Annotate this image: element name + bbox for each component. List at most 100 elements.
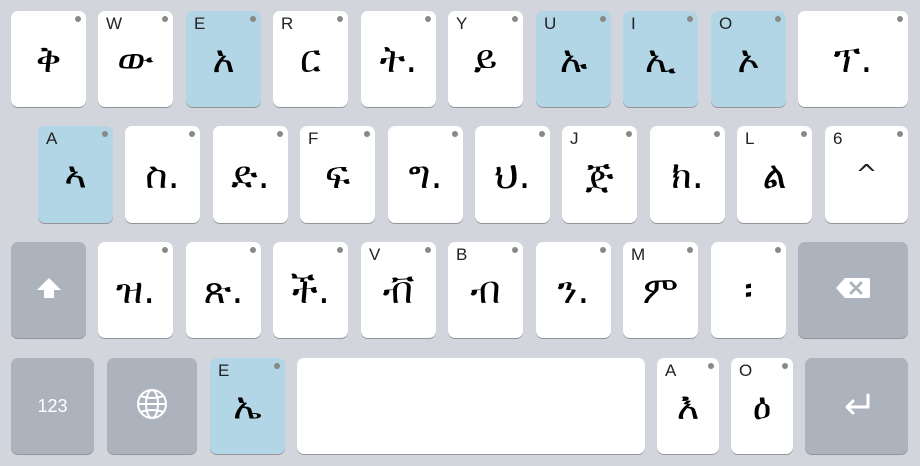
latin-hint: 6 [833, 129, 843, 148]
longpress-dot [708, 363, 714, 369]
key-glyph: ኡ [559, 37, 588, 81]
key-glyph: እ [676, 384, 700, 428]
key-glyph: ጽ. [203, 268, 244, 312]
key-aa-vowel[interactable]: A ኣ [38, 126, 113, 223]
latin-hint: E [218, 361, 230, 380]
key-glyph: ኣ [64, 152, 87, 197]
key-fe[interactable]: F ፍ [300, 126, 375, 223]
key-glyph: ን. [557, 268, 590, 312]
longpress-dot [250, 16, 256, 22]
key-o-alt[interactable]: O ዕ [731, 358, 793, 454]
numbers-key[interactable]: 123 [11, 358, 94, 454]
key-ne[interactable]: ን. [536, 242, 611, 338]
key-glyph: ^ [855, 159, 878, 190]
key-me[interactable]: M ም [623, 242, 698, 338]
key-te[interactable]: ት. [361, 11, 436, 107]
key-le[interactable]: L ል [737, 126, 812, 223]
key-ze[interactable]: ዝ. [98, 242, 173, 338]
key-ve[interactable]: V ቭ [361, 242, 436, 338]
key-we[interactable]: W ው [98, 11, 173, 107]
key-be[interactable]: B ብ [448, 242, 523, 338]
key-ke[interactable]: ክ. [650, 126, 725, 223]
latin-hint: I [631, 14, 636, 33]
key-glyph: ት. [379, 37, 418, 81]
latin-hint: O [719, 14, 733, 33]
longpress-dot [277, 131, 283, 137]
key-ye[interactable]: Y ይ [448, 11, 523, 107]
key-glyph: ኢ [644, 37, 677, 81]
longpress-dot [687, 247, 693, 253]
key-a-alt[interactable]: A እ [657, 358, 719, 454]
backspace-key[interactable] [798, 242, 908, 338]
key-glyph: ድ. [231, 152, 270, 197]
longpress-dot [189, 131, 195, 137]
key-re[interactable]: R ር [273, 11, 348, 107]
key-glyph: አ [212, 37, 235, 81]
latin-hint: A [46, 129, 58, 148]
key-a-vowel[interactable]: E አ [186, 11, 261, 107]
longpress-dot [337, 247, 343, 253]
key-o-vowel[interactable]: O ኦ [711, 11, 786, 107]
longpress-dot [425, 16, 431, 22]
key-ee-vowel[interactable]: E ኤ [210, 358, 285, 454]
latin-hint: A [665, 361, 677, 380]
key-glyph: ዝ. [115, 268, 156, 312]
longpress-dot [452, 131, 458, 137]
longpress-dot [162, 16, 168, 22]
key-glyph: ግ. [408, 152, 443, 197]
key-glyph: ፍ [324, 152, 351, 197]
key-glyph: ቅ [35, 37, 62, 81]
key-glyph: ብ [470, 268, 501, 312]
return-arrow-icon [842, 392, 872, 420]
key-de[interactable]: ድ. [213, 126, 288, 223]
key-pe[interactable]: ፕ. [798, 11, 908, 107]
key-glyph: ም [642, 268, 679, 312]
key-i-vowel[interactable]: I ኢ [623, 11, 698, 107]
longpress-dot [897, 16, 903, 22]
key-caret[interactable]: 6 ^ [825, 126, 908, 223]
key-qe[interactable]: ቅ [11, 11, 86, 107]
latin-hint: E [194, 14, 206, 33]
key-glyph: ኤ [233, 384, 262, 428]
globe-key[interactable] [107, 358, 197, 454]
longpress-dot [539, 131, 545, 137]
key-he[interactable]: ህ. [475, 126, 550, 223]
return-key[interactable] [805, 358, 908, 454]
space-bar[interactable] [297, 358, 645, 454]
key-glyph: ፕ. [833, 37, 873, 81]
key-glyph: ክ. [671, 152, 704, 197]
longpress-dot [775, 16, 781, 22]
longpress-dot [775, 247, 781, 253]
shift-key[interactable] [11, 242, 86, 338]
key-je[interactable]: J ጅ [562, 126, 637, 223]
key-glyph: ር [299, 37, 321, 81]
latin-hint: L [745, 129, 755, 148]
backspace-icon [835, 276, 871, 304]
key-wordspace[interactable]: ፡ [711, 242, 786, 338]
longpress-dot [782, 363, 788, 369]
latin-hint: Y [456, 14, 468, 33]
key-che[interactable]: ች. [273, 242, 348, 338]
longpress-dot [425, 247, 431, 253]
longpress-dot [626, 131, 632, 137]
globe-icon [136, 388, 168, 424]
latin-hint: W [106, 14, 123, 33]
longpress-dot [274, 363, 280, 369]
latin-hint: O [739, 361, 753, 380]
longpress-dot [600, 247, 606, 253]
key-ge[interactable]: ግ. [388, 126, 463, 223]
key-glyph: ጅ [585, 152, 614, 197]
key-glyph: ች. [291, 268, 330, 312]
key-tse[interactable]: ጽ. [186, 242, 261, 338]
key-se[interactable]: ስ. [125, 126, 200, 223]
longpress-dot [512, 247, 518, 253]
key-glyph: ዕ [752, 384, 772, 428]
key-u-vowel[interactable]: U ኡ [536, 11, 611, 107]
longpress-dot [512, 16, 518, 22]
key-glyph: ፡ [744, 268, 753, 312]
longpress-dot [250, 247, 256, 253]
shift-arrow-icon [34, 275, 64, 305]
longpress-dot [897, 131, 903, 137]
longpress-dot [687, 16, 693, 22]
latin-hint: F [308, 129, 319, 148]
